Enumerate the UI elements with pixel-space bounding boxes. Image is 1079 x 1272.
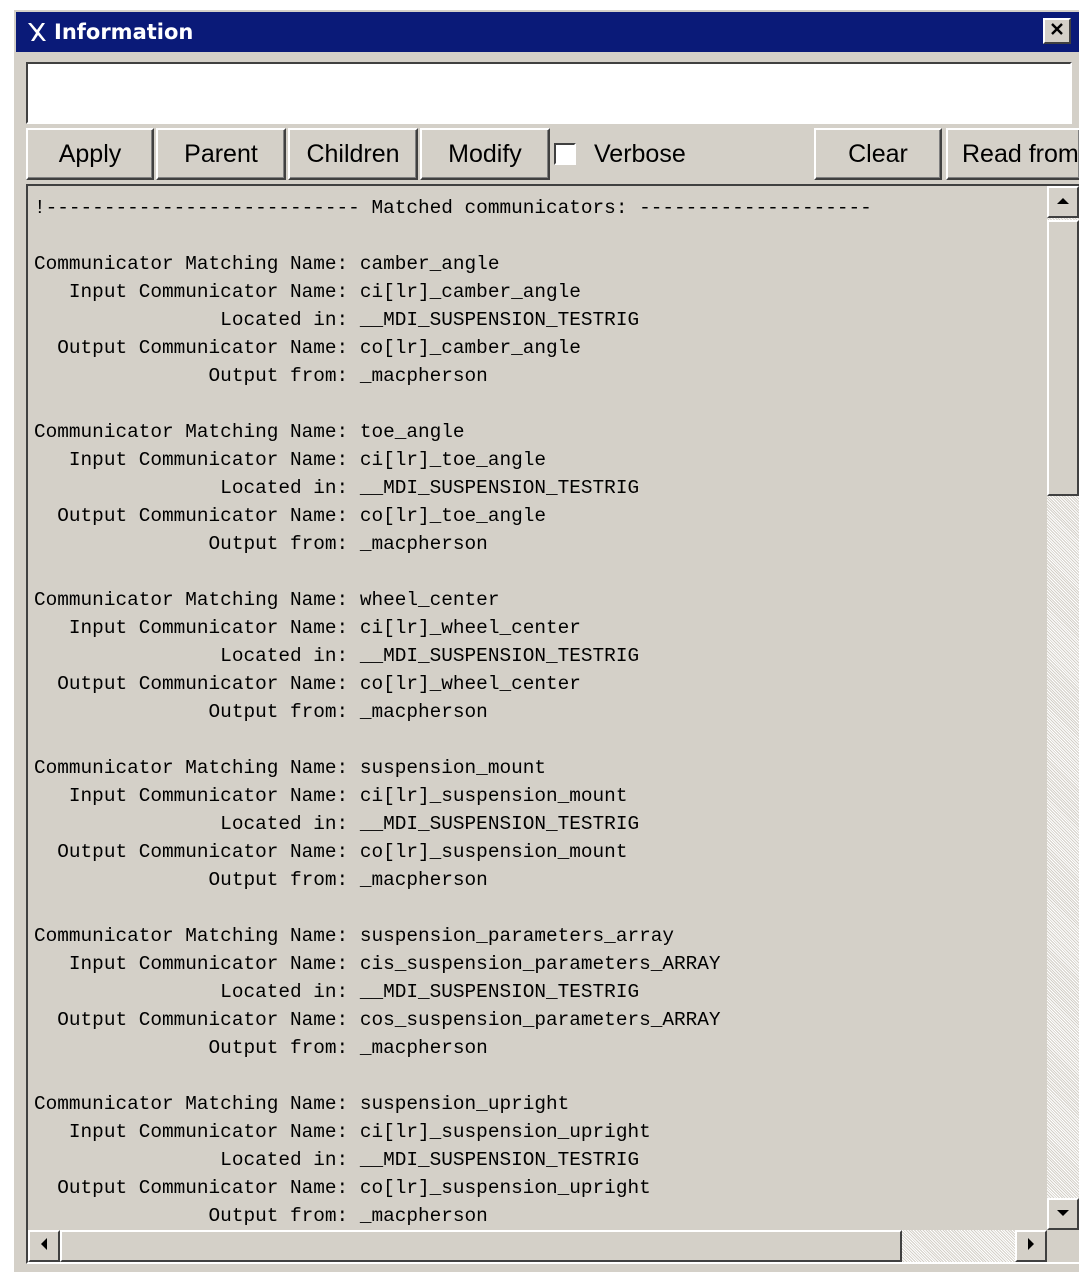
window-title: Information [54, 20, 194, 44]
info-line: Input Communicator Name: ci[lr]_wheel_ce… [34, 617, 581, 639]
children-button[interactable]: Children [288, 128, 418, 180]
scroll-down-button[interactable] [1047, 1198, 1079, 1230]
scrollbar-corner [1047, 1230, 1079, 1262]
info-line: Output from: _macpherson [34, 869, 488, 891]
info-line: Located in: __MDI_SUSPENSION_TESTRIG [34, 309, 640, 331]
scroll-right-button[interactable] [1015, 1230, 1047, 1262]
scroll-left-button[interactable] [28, 1230, 60, 1262]
info-line: Input Communicator Name: ci[lr]_toe_angl… [34, 449, 546, 471]
info-line: Input Communicator Name: ci[lr]_suspensi… [34, 1121, 651, 1143]
info-line: Located in: __MDI_SUSPENSION_TESTRIG [34, 813, 640, 835]
info-line: Output from: _macpherson [34, 365, 488, 387]
info-line: Output Communicator Name: cos_suspension… [34, 1009, 721, 1031]
info-line: Output from: _macpherson [34, 1205, 488, 1227]
close-button[interactable] [1043, 18, 1071, 44]
scroll-up-button[interactable] [1047, 186, 1079, 218]
information-window: Information Apply Parent Children Modify… [12, 8, 1079, 1272]
clear-button[interactable]: Clear [814, 128, 942, 180]
app-icon [24, 19, 50, 45]
verbose-toggle[interactable]: Verbose [554, 128, 686, 180]
verbose-checkbox[interactable] [554, 143, 576, 165]
info-line: Communicator Matching Name: toe_angle [34, 421, 465, 443]
info-line [34, 1062, 1034, 1090]
info-line [34, 390, 1034, 418]
info-line: Communicator Matching Name: suspension_p… [34, 925, 674, 947]
info-line: Located in: __MDI_SUSPENSION_TESTRIG [34, 645, 640, 667]
arrow-down-icon [1056, 1205, 1070, 1223]
info-line: Output Communicator Name: co[lr]_camber_… [34, 337, 581, 359]
read-from-button[interactable]: Read from [946, 128, 1079, 180]
info-line: Output Communicator Name: co[lr]_toe_ang… [34, 505, 546, 527]
horizontal-scroll-thumb[interactable] [60, 1230, 902, 1262]
title-bar[interactable]: Information [16, 12, 1079, 52]
info-line: !--------------------------- Matched com… [34, 197, 872, 219]
arrow-left-icon [39, 1237, 49, 1256]
verbose-label: Verbose [594, 139, 686, 168]
info-text-panel[interactable]: !--------------------------- Matched com… [26, 184, 1079, 1264]
info-line: Output from: _macpherson [34, 701, 488, 723]
info-line: Output Communicator Name: co[lr]_suspens… [34, 841, 628, 863]
info-line: Communicator Matching Name: suspension_m… [34, 757, 546, 779]
horizontal-scrollbar[interactable] [28, 1230, 1047, 1262]
info-line [34, 222, 1034, 250]
info-line: Communicator Matching Name: camber_angle [34, 253, 500, 275]
info-text: !--------------------------- Matched com… [34, 194, 1034, 1240]
close-icon [1049, 21, 1065, 42]
command-input[interactable] [26, 62, 1072, 124]
info-line [34, 894, 1034, 922]
info-line: Input Communicator Name: ci[lr]_camber_a… [34, 281, 581, 303]
modify-button[interactable]: Modify [420, 128, 550, 180]
arrow-up-icon [1056, 193, 1070, 211]
info-line: Output Communicator Name: co[lr]_wheel_c… [34, 673, 581, 695]
info-line: Output from: _macpherson [34, 533, 488, 555]
vertical-scrollbar[interactable] [1047, 186, 1079, 1230]
info-line: Communicator Matching Name: suspension_u… [34, 1093, 570, 1115]
apply-button[interactable]: Apply [26, 128, 154, 180]
parent-button[interactable]: Parent [156, 128, 286, 180]
info-line: Communicator Matching Name: wheel_center [34, 589, 500, 611]
info-line [34, 726, 1034, 754]
info-line: Located in: __MDI_SUSPENSION_TESTRIG [34, 477, 640, 499]
vertical-scroll-thumb[interactable] [1047, 220, 1079, 496]
info-line: Located in: __MDI_SUSPENSION_TESTRIG [34, 1149, 640, 1171]
info-line [34, 558, 1034, 586]
info-line: Output Communicator Name: co[lr]_suspens… [34, 1177, 651, 1199]
info-line: Output from: _macpherson [34, 1037, 488, 1059]
arrow-right-icon [1026, 1237, 1036, 1256]
info-line: Input Communicator Name: cis_suspension_… [34, 953, 721, 975]
info-line: Input Communicator Name: ci[lr]_suspensi… [34, 785, 628, 807]
info-line: Located in: __MDI_SUSPENSION_TESTRIG [34, 981, 640, 1003]
